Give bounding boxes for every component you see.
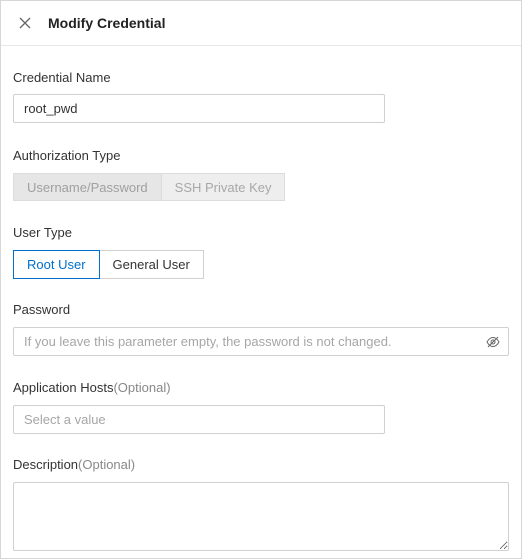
user-type-label: User Type bbox=[13, 225, 72, 240]
application-hosts-label: Application Hosts(Optional) bbox=[13, 380, 171, 395]
panel-header: Modify Credential bbox=[1, 1, 521, 46]
description-textarea[interactable] bbox=[13, 482, 509, 551]
credential-name-label: Credential Name bbox=[13, 70, 111, 85]
authorization-type-label: Authorization Type bbox=[13, 148, 120, 163]
auth-option-username-password[interactable]: Username/Password bbox=[13, 173, 162, 201]
description-label-text: Description bbox=[13, 457, 79, 472]
user-type-label-text: User Type bbox=[13, 225, 73, 240]
page-title: Modify Credential bbox=[48, 15, 166, 31]
user-type-selector: Root User General User bbox=[13, 250, 204, 279]
password-label-text: Password bbox=[13, 302, 71, 317]
authorization-type-selector: Username/Password SSH Private Key bbox=[13, 173, 286, 201]
auth-option-ssh-private-key[interactable]: SSH Private Key bbox=[161, 173, 286, 201]
optional-tag: (Optional) bbox=[78, 457, 136, 472]
description-label: Description(Optional) bbox=[13, 457, 135, 472]
password-input[interactable] bbox=[13, 327, 509, 356]
application-hosts-select[interactable] bbox=[13, 405, 385, 434]
authorization-type-label-text: Authorization Type bbox=[13, 148, 121, 163]
credential-name-label-text: Credential Name bbox=[13, 70, 111, 85]
application-hosts-label-text: Application Hosts bbox=[13, 380, 114, 395]
password-field-wrapper bbox=[13, 327, 509, 356]
modify-credential-panel: Modify Credential Credential Name Author… bbox=[0, 0, 522, 559]
credential-name-input[interactable] bbox=[13, 94, 385, 123]
eye-slash-icon[interactable] bbox=[477, 327, 509, 356]
close-icon[interactable] bbox=[17, 15, 33, 31]
user-type-root-user[interactable]: Root User bbox=[13, 250, 100, 279]
user-type-general-user[interactable]: General User bbox=[99, 250, 204, 279]
optional-tag: (Optional) bbox=[113, 380, 171, 395]
password-label: Password bbox=[13, 302, 70, 317]
